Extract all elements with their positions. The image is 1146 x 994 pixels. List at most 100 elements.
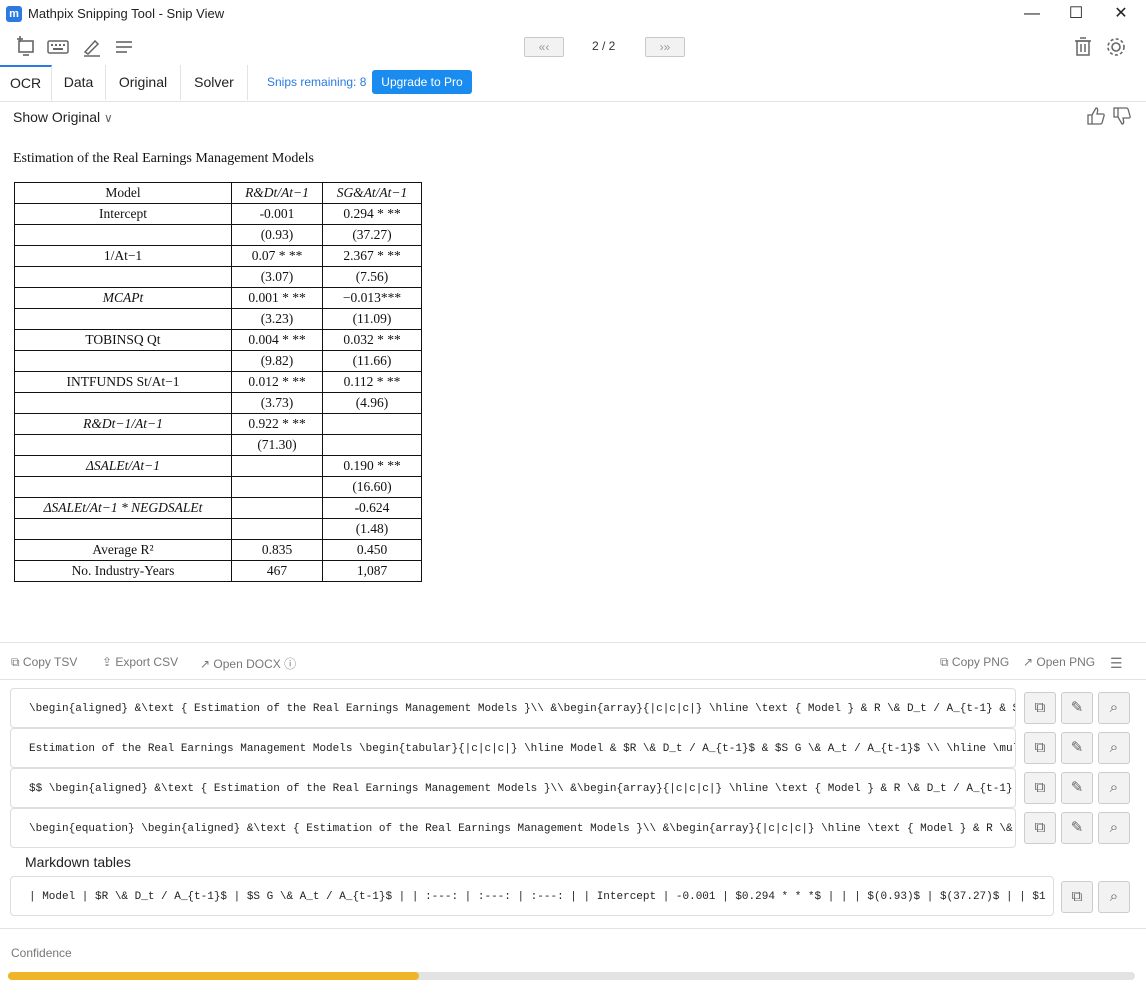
- output-markdown-table[interactable]: | Model | $R \& D_t / A_{t-1}$ | $S G \&…: [10, 876, 1054, 916]
- markdown-tables-label: Markdown tables: [25, 854, 131, 870]
- table-cell: [14, 434, 232, 456]
- table-cell: [14, 476, 232, 498]
- table-cell: (9.82): [231, 350, 323, 372]
- trash-icon[interactable]: [1072, 36, 1094, 58]
- page-indicator: 2 / 2: [592, 39, 616, 53]
- table-cell: [322, 434, 422, 456]
- menu-lines-icon[interactable]: [113, 36, 135, 58]
- output-latex-equation[interactable]: \begin{equation} \begin{aligned} &\text …: [10, 808, 1016, 848]
- snips-remaining: Snips remaining: 8: [267, 75, 367, 89]
- table-row: INTFUNDS St/At−1 0.012 * ** 0.112 * **: [14, 371, 422, 393]
- edit-icon[interactable]: ✎: [1061, 732, 1093, 764]
- table-row: (0.93) (37.27): [14, 224, 422, 246]
- settings-sliders-icon[interactable]: ☰: [1110, 655, 1123, 672]
- help-icon[interactable]: ⓘ: [284, 657, 296, 671]
- edit-icon[interactable]: ✎: [1061, 692, 1093, 724]
- copy-icon[interactable]: ⧉: [1024, 732, 1056, 764]
- export-bar: ⧉ Copy TSV ⇪ Export CSV ↗ Open DOCX ⓘ ⧉ …: [0, 642, 1146, 680]
- table-row: (71.30): [14, 434, 422, 456]
- table-row: (3.73) (4.96): [14, 392, 422, 414]
- upgrade-button[interactable]: Upgrade to Pro: [372, 70, 472, 94]
- table-cell: 0.835: [231, 539, 323, 561]
- open-png-label: Open PNG: [1036, 655, 1096, 669]
- table-cell: Average R²: [14, 539, 232, 561]
- edit-icon[interactable]: ✎: [1061, 812, 1093, 844]
- show-original-toggle[interactable]: Show Original ∨: [13, 109, 113, 125]
- search-icon[interactable]: ⌕: [1098, 812, 1130, 844]
- keyboard-icon[interactable]: [47, 36, 69, 58]
- table-cell: 0.001 * **: [231, 287, 323, 309]
- tab-solver[interactable]: Solver: [181, 65, 248, 100]
- copy-icon[interactable]: ⧉: [1024, 692, 1056, 724]
- table-cell: [14, 266, 232, 288]
- minimize-button[interactable]: —: [1010, 2, 1054, 26]
- confidence-label: Confidence: [11, 946, 72, 960]
- search-icon[interactable]: ⌕: [1098, 772, 1130, 804]
- search-icon[interactable]: ⌕: [1098, 732, 1130, 764]
- table-cell: ΔSALEt/At−1 * NEGDSALEt: [14, 497, 232, 519]
- table-cell: -0.001: [231, 203, 323, 225]
- table-cell: 0.190 * **: [322, 455, 422, 477]
- table-row: (3.07) (7.56): [14, 266, 422, 288]
- copy-icon: ⧉: [940, 655, 952, 669]
- table-cell: [231, 455, 323, 477]
- table-cell: (16.60): [322, 476, 422, 498]
- table-cell: (37.27): [322, 224, 422, 246]
- table-cell: (7.56): [322, 266, 422, 288]
- table-cell: 0.004 * **: [231, 329, 323, 351]
- table-cell: [231, 476, 323, 498]
- table-cell: MCAPt: [14, 287, 232, 309]
- edit-icon[interactable]: ✎: [1061, 772, 1093, 804]
- table-cell: 1,087: [322, 560, 422, 582]
- table-cell: (11.09): [322, 308, 422, 330]
- table-cell: 0.294 * **: [322, 203, 422, 225]
- maximize-button[interactable]: ☐: [1054, 2, 1098, 26]
- table-cell: [14, 308, 232, 330]
- table-cell: R&Dt−1/At−1: [14, 413, 232, 435]
- copy-tsv-button[interactable]: ⧉ Copy TSV: [11, 655, 77, 670]
- tab-original[interactable]: Original: [106, 65, 181, 100]
- open-png-button[interactable]: ↗ Open PNG: [1023, 655, 1095, 669]
- new-snip-icon[interactable]: [15, 36, 37, 58]
- copy-icon[interactable]: ⧉: [1024, 772, 1056, 804]
- thumbs-down-icon[interactable]: [1112, 106, 1132, 131]
- tab-data[interactable]: Data: [52, 65, 106, 100]
- table-cell: 0.112 * **: [322, 371, 422, 393]
- draw-icon[interactable]: [81, 36, 103, 58]
- copy-png-label: Copy PNG: [951, 655, 1010, 669]
- result-table: Model R&Dt/At−1 SG&At/At−1 Intercept -0.0…: [14, 182, 422, 582]
- output-latex-display[interactable]: $$ \begin{aligned} &\text { Estimation o…: [10, 768, 1016, 808]
- copy-icon[interactable]: ⧉: [1024, 812, 1056, 844]
- table-row: (1.48): [14, 518, 422, 540]
- table-cell: (3.73): [231, 392, 323, 414]
- copy-png-button[interactable]: ⧉ Copy PNG: [940, 655, 1009, 670]
- table-cell: ΔSALEt/At−1: [14, 455, 232, 477]
- header-cell: Model: [14, 182, 232, 204]
- thumbs-up-icon[interactable]: [1086, 106, 1106, 131]
- search-icon[interactable]: ⌕: [1098, 692, 1130, 724]
- chevron-down-icon: ∨: [104, 111, 113, 125]
- table-cell: 1/At−1: [14, 245, 232, 267]
- next-page-button[interactable]: ›»: [645, 37, 685, 57]
- table-cell: (3.23): [231, 308, 323, 330]
- output-latex-tabular[interactable]: Estimation of the Real Earnings Manageme…: [10, 728, 1016, 768]
- search-icon[interactable]: ⌕: [1098, 881, 1130, 913]
- table-cell: -0.624: [322, 497, 422, 519]
- table-row: ΔSALEt/At−1 0.190 * **: [14, 455, 422, 477]
- copy-icon[interactable]: ⧉: [1061, 881, 1093, 913]
- tab-ocr[interactable]: OCR: [0, 65, 52, 102]
- table-cell: 0.922 * **: [231, 413, 323, 435]
- prev-page-button[interactable]: «‹: [524, 37, 564, 57]
- table-cell: [14, 518, 232, 540]
- gear-icon[interactable]: [1105, 36, 1127, 58]
- open-docx-button[interactable]: ↗ Open DOCX ⓘ: [200, 655, 296, 672]
- table-cell: [14, 350, 232, 372]
- export-csv-button[interactable]: ⇪ Export CSV: [102, 655, 178, 669]
- table-row: 1/At−1 0.07 * ** 2.367 * **: [14, 245, 422, 267]
- table-cell: No. Industry-Years: [14, 560, 232, 582]
- close-button[interactable]: ✕: [1099, 2, 1143, 26]
- tab-bar: OCR Data Original Solver: [0, 65, 1146, 102]
- table-row: R&Dt−1/At−1 0.922 * **: [14, 413, 422, 435]
- output-latex-aligned[interactable]: \begin{aligned} &\text { Estimation of t…: [10, 688, 1016, 728]
- table-cell: 0.032 * **: [322, 329, 422, 351]
